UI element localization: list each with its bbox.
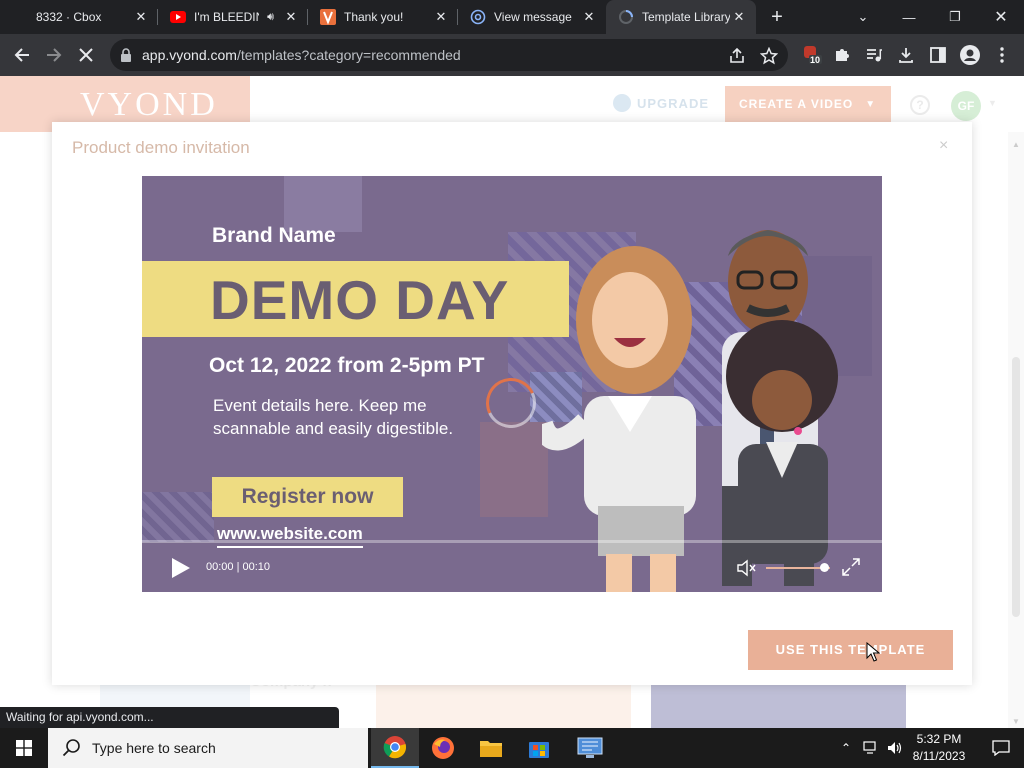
fullscreen-icon[interactable]: [841, 557, 861, 577]
youtube-icon: [170, 9, 186, 25]
video-register-badge: Register now: [212, 477, 403, 517]
media-controls-icon[interactable]: [864, 45, 884, 65]
close-icon[interactable]: ×: [939, 137, 948, 155]
windows-logo-icon: [16, 740, 32, 756]
search-icon: [62, 739, 80, 757]
restore-button[interactable]: ❐: [932, 0, 978, 34]
network-icon[interactable]: [860, 728, 882, 768]
notifications-icon[interactable]: [978, 728, 1024, 768]
extension-badge-icon[interactable]: 10: [802, 45, 822, 65]
tab-search-chevron-icon[interactable]: ⌄: [840, 0, 886, 34]
tab-title: Template Library: [642, 10, 730, 24]
extension-badge-count: 10: [810, 55, 821, 65]
chrome-icon: [383, 736, 407, 759]
tab-title: I'm BLEEDIN: [194, 10, 260, 24]
video-player[interactable]: Brand Name DEMO DAY Oct 12, 2022 from 2-…: [142, 176, 882, 592]
tab-title: View message: [494, 10, 572, 24]
modal-title: Product demo invitation: [72, 138, 250, 157]
search-placeholder: Type here to search: [92, 740, 216, 756]
show-hidden-icons-chevron-icon[interactable]: ⌃: [836, 728, 856, 768]
tab-close-icon[interactable]: ✕: [132, 9, 150, 25]
video-date: Oct 12, 2022 from 2-5pm PT: [209, 354, 485, 377]
taskbar-firefox[interactable]: [419, 728, 467, 768]
taskbar-remote-desktop[interactable]: [566, 728, 614, 768]
audio-playing-icon[interactable]: 🔊︎: [267, 11, 274, 24]
back-arrow-icon: [14, 48, 29, 62]
video-headline: DEMO DAY: [210, 269, 510, 331]
tab-thank-you[interactable]: Thank you! ✕: [308, 0, 458, 34]
url-text[interactable]: app.vyond.com/templates?category=recomme…: [142, 47, 461, 63]
decorative-striped-block: [142, 492, 214, 542]
tab-view-message[interactable]: View message ✕: [458, 0, 606, 34]
use-template-button[interactable]: USE THIS TEMPLATE: [748, 630, 953, 670]
tab-close-icon[interactable]: ✕: [432, 9, 450, 25]
lock-icon[interactable]: [120, 48, 132, 62]
at-sign-icon: [470, 9, 486, 25]
tab-close-icon[interactable]: ✕: [730, 9, 748, 25]
video-progress-bar[interactable]: [142, 540, 882, 543]
play-icon[interactable]: [166, 554, 194, 582]
taskbar-chrome[interactable]: [371, 728, 419, 768]
tab-title: 8332 · Cbox: [36, 10, 102, 24]
video-time: 00:00 | 00:10: [206, 561, 271, 573]
tab-close-icon[interactable]: ✕: [580, 9, 598, 25]
forward-button[interactable]: [40, 41, 68, 69]
download-icon[interactable]: [896, 45, 916, 65]
vyond-favicon-icon: [320, 9, 336, 25]
windows-taskbar: Type here to search ⌃ 5:32 PM 8/11/2023: [0, 728, 1024, 768]
speaker-icon[interactable]: [884, 728, 906, 768]
tab-template-library[interactable]: Template Library ✕: [606, 0, 756, 34]
taskbar-store[interactable]: [515, 728, 563, 768]
volume-icon[interactable]: [736, 558, 758, 578]
tab-title: Thank you!: [344, 10, 404, 24]
side-panel-icon[interactable]: [928, 45, 948, 65]
template-preview-modal: Product demo invitation × Brand Name DEM…: [52, 122, 972, 685]
store-icon: [529, 742, 549, 758]
clock-time: 5:32 PM: [916, 732, 962, 746]
tab-close-icon[interactable]: ✕: [282, 9, 300, 25]
video-details: Event details here. Keep me scannable an…: [213, 396, 454, 438]
address-bar[interactable]: app.vyond.com/templates?category=recomme…: [110, 39, 788, 71]
volume-slider-handle[interactable]: [819, 563, 829, 572]
stop-loading-button[interactable]: [72, 41, 100, 69]
new-tab-button[interactable]: +: [766, 6, 788, 28]
cartoon-characters: [542, 230, 838, 592]
close-window-button[interactable]: ✕: [978, 0, 1024, 34]
firefox-icon: [432, 737, 454, 759]
browser-status-bar: Waiting for api.vyond.com...: [0, 707, 339, 728]
monitor-icon: [577, 737, 603, 758]
profile-avatar-icon[interactable]: [960, 45, 980, 65]
taskbar-search-box[interactable]: Type here to search: [48, 728, 368, 768]
cbox-favicon-icon: [12, 9, 28, 25]
start-button[interactable]: [0, 728, 48, 768]
forward-arrow-icon: [47, 48, 62, 62]
minimize-button[interactable]: —: [886, 0, 932, 34]
mouse-cursor-icon: [866, 642, 880, 662]
clock-date: 8/11/2023: [912, 749, 966, 763]
taskbar-clock[interactable]: 5:32 PM 8/11/2023: [904, 731, 974, 765]
web-page: VYOND UPGRADE CREATE A VIDEO ▼ ? GF ▼ Co…: [0, 76, 1024, 728]
browser-tab-strip: 8332 · Cbox ✕ I'm BLEEDIN 🔊︎ ✕ Thank you…: [0, 0, 1024, 34]
loading-spinner-icon: [618, 9, 634, 25]
extensions-puzzle-icon[interactable]: [832, 45, 852, 65]
video-controls: 00:00 | 00:10: [142, 552, 882, 582]
folder-icon: [480, 741, 502, 757]
tab-youtube[interactable]: I'm BLEEDIN 🔊︎ ✕: [158, 0, 308, 34]
video-website: www.website.com: [217, 524, 363, 548]
stop-icon: [79, 48, 93, 62]
share-icon[interactable]: [728, 47, 746, 65]
browser-menu-icon[interactable]: [992, 45, 1012, 65]
bookmark-star-icon[interactable]: [760, 47, 778, 65]
back-button[interactable]: [8, 41, 36, 69]
taskbar-file-explorer[interactable]: [467, 728, 515, 768]
video-brand-name: Brand Name: [212, 224, 336, 247]
tab-cbox[interactable]: 8332 · Cbox ✕: [0, 0, 158, 34]
browser-toolbar: app.vyond.com/templates?category=recomme…: [0, 34, 1024, 76]
